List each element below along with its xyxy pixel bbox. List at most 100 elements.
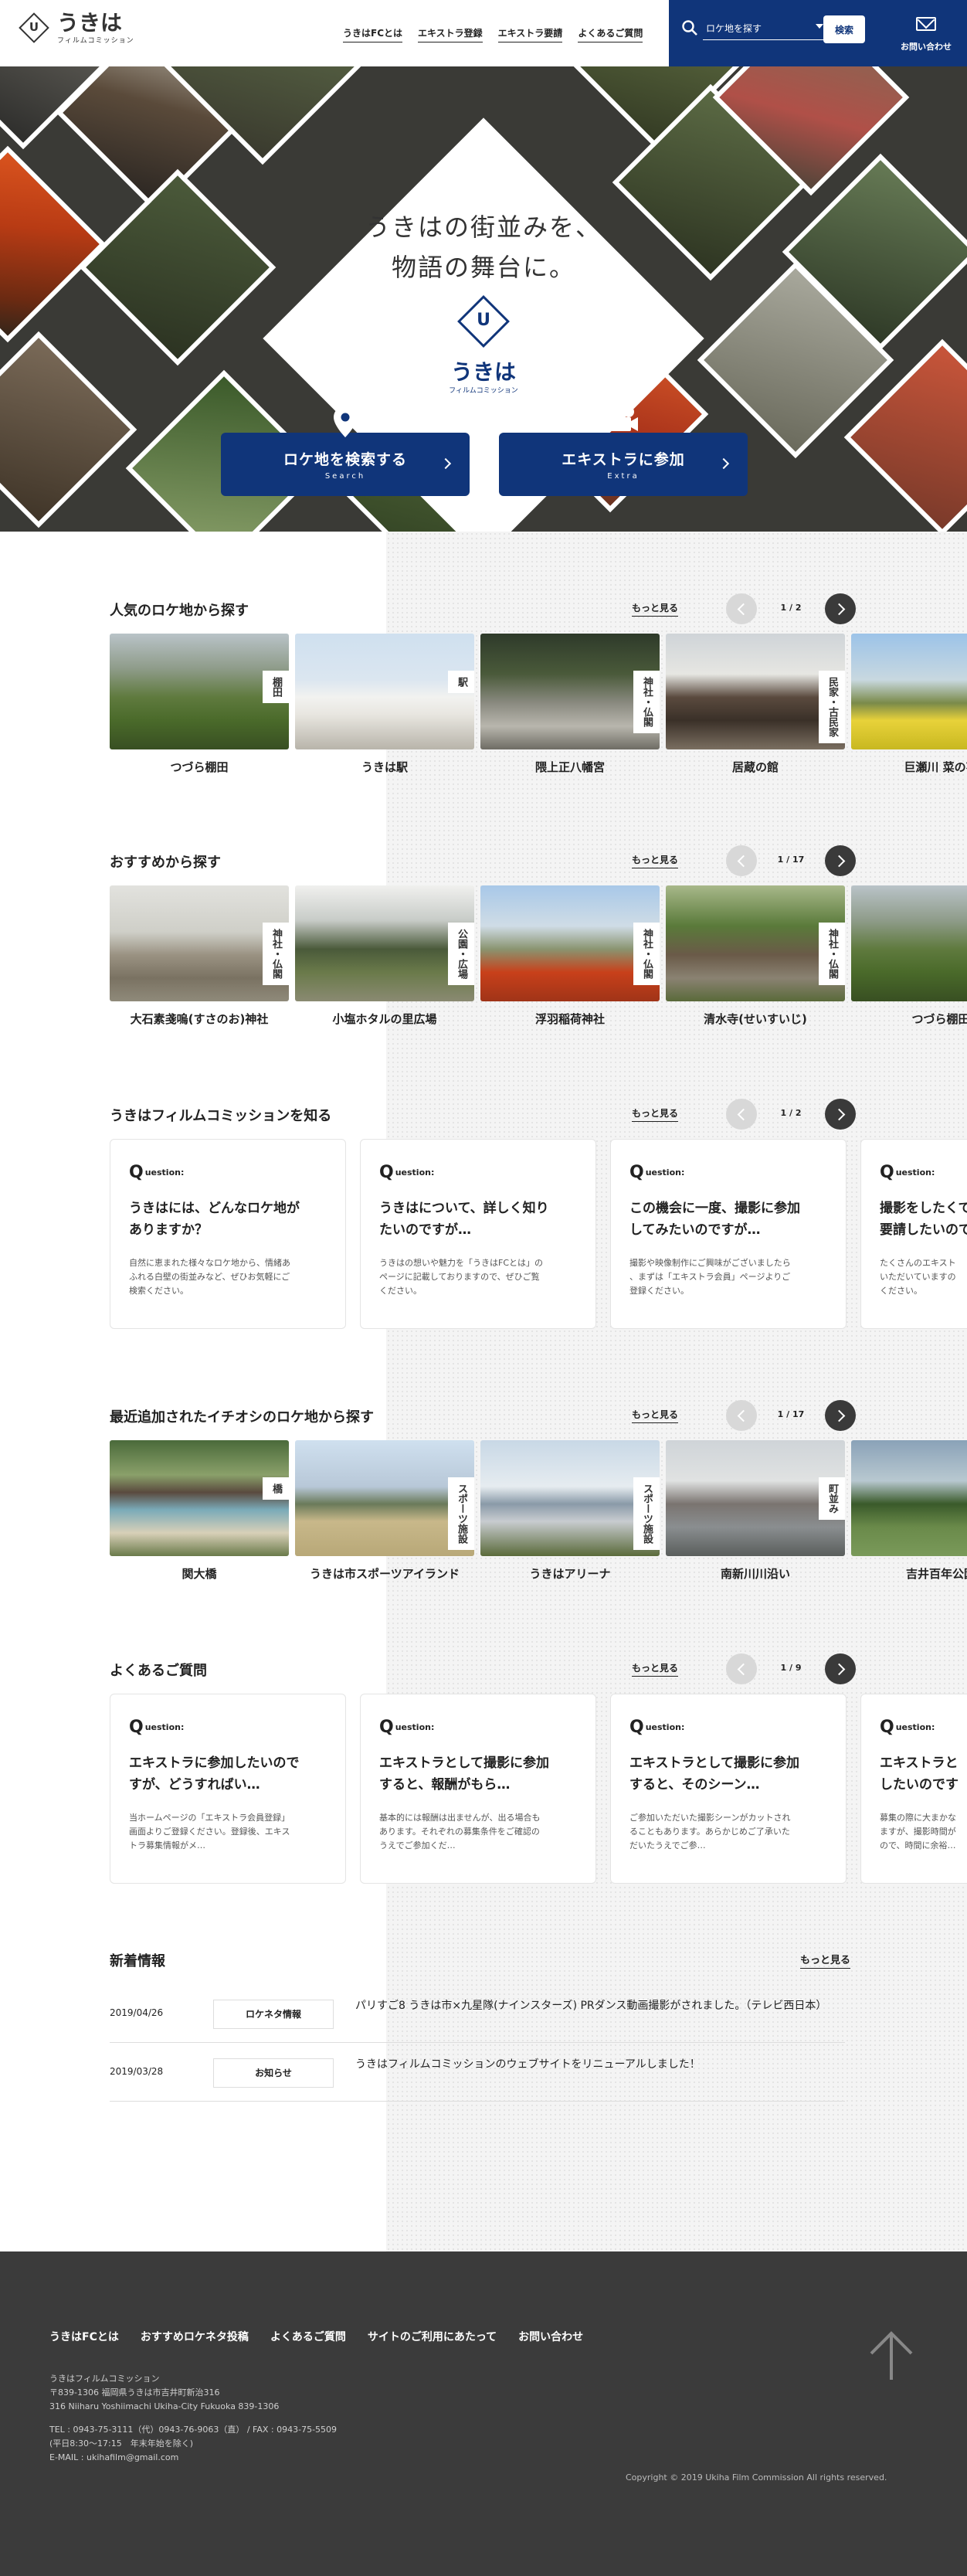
location-carousel: 棚田つづら棚田駅うきは駅神社・仏閣隈上正八幡宮民家・古民家居蔵の館巨瀬川 菜の花	[110, 634, 967, 780]
question-card[interactable]: Question: うきはには、どんなロケ地が ありますか？ 自然に恵まれた様々なロケ…	[110, 1139, 346, 1329]
location-photo: 公園・広場	[295, 885, 474, 1001]
nav-extra-request[interactable]: エキストラ要請	[497, 26, 563, 42]
footer-nav-faq[interactable]: よくあるご質問	[270, 2329, 346, 2344]
nav-extra-register[interactable]: エキストラ登録	[418, 26, 483, 42]
question-answer-line: ふれる白壁の街並みなど、ぜひお気軽にご	[129, 1272, 290, 1282]
question-answer-line: うきはの想いや魅力を「うきはFCとは」の	[379, 1258, 544, 1268]
location-card[interactable]: 神社・仏閣 浮羽稲荷神社	[480, 885, 660, 1027]
location-card[interactable]: 神社・仏閣 隈上正八幡宮	[480, 634, 660, 775]
question-answer-line: 画面よりご登録ください。登録後、エキス	[129, 1827, 290, 1837]
nav-faq[interactable]: よくあるご質問	[578, 26, 643, 42]
question-label: uestion:	[645, 1167, 685, 1178]
more-link[interactable]: もっと見る	[632, 1408, 679, 1423]
question-answer-line: あります。それぞれの募集条件をご確認の	[379, 1827, 540, 1837]
more-link[interactable]: もっと見る	[632, 1106, 679, 1122]
category-tag: 神社・仏閣	[819, 923, 845, 985]
question-answer-line: 自然に恵まれた様々なロケ地から、情緒あ	[129, 1258, 290, 1268]
q-mark-icon: Q	[129, 1163, 144, 1182]
back-to-top-arrow-icon[interactable]	[867, 2329, 916, 2383]
question-answer-line: ページに記載しておりますので、ぜひご覧	[379, 1272, 540, 1282]
search-button[interactable]: 検索	[823, 15, 865, 43]
footer-nav-about[interactable]: うきはFCとは	[49, 2329, 119, 2344]
prev-arrow-icon[interactable]	[726, 593, 757, 624]
question-card[interactable]: Question: エキストラと したいのです 募集の際に大まかな ますが、撮影時間がの…	[860, 1694, 967, 1884]
site-logo[interactable]: U うきは フィルムコミッション	[17, 11, 134, 45]
location-card[interactable]: 棚田 つづら棚田	[110, 634, 289, 775]
location-carousel: 神社・仏閣 大石素戔嗚(すさのお)神社 公園・広場 小塩ホタルの里広場 神社・仏閣 浮羽稲…	[110, 885, 967, 1032]
footer-nav-post[interactable]: おすすめロケネタ投稿	[141, 2329, 249, 2344]
contact-button[interactable]: お問い合わせ	[885, 0, 967, 66]
category-tag: 神社・仏閣	[633, 671, 660, 733]
location-card[interactable]: 駅うきは駅	[295, 634, 474, 775]
news-title[interactable]: パリすご8 うきは市×九星隊(ナインスターズ) PRダンス動画撮影がされました。…	[355, 1998, 845, 2014]
location-photo	[851, 1440, 967, 1556]
more-link[interactable]: もっと見る	[632, 853, 679, 868]
prev-arrow-icon[interactable]	[726, 1400, 757, 1431]
section-title: おすすめから探す	[110, 855, 221, 871]
prev-arrow-icon[interactable]	[726, 845, 757, 876]
extra-join-button[interactable]: エキストラに参加 Extra	[499, 406, 748, 496]
next-arrow-icon[interactable]	[825, 593, 856, 624]
question-title-line: 撮影をしたくて	[880, 1201, 967, 1216]
prev-arrow-icon[interactable]	[726, 1653, 757, 1684]
carousel-pager: 1 / 17	[726, 1400, 857, 1431]
news-item[interactable]: 2019/04/26 ロケネタ情報 パリすご8 うきは市×九星隊(ナインスターズ…	[110, 1984, 845, 2043]
next-arrow-icon[interactable]	[825, 1400, 856, 1431]
question-answer-line: 基本的には報酬は出ませんが、出る場合も	[379, 1813, 541, 1823]
question-answer-line: 登録ください。	[629, 1286, 689, 1296]
question-header: Question:	[379, 1718, 577, 1737]
footer-nav: うきはFCとは おすすめロケネタ投稿 よくあるご質問 サイトのご利用にあたって …	[49, 2329, 583, 2344]
category-tag: 駅	[448, 671, 474, 693]
question-card[interactable]: Question: エキストラとして撮影に参加 すると、報酬がもら… 基本的には報酬は…	[360, 1694, 596, 1884]
question-card[interactable]: Question: この機会に一度、撮影に参加 してみたいのですが… 撮影や映像制作に…	[610, 1139, 847, 1329]
location-name: 関大橋	[182, 1567, 217, 1581]
question-card[interactable]: Question: うきはについて、詳しく知り たいのですが… うきはの想いや魅力を「…	[360, 1139, 596, 1329]
location-card[interactable]: 巨瀬川 菜の花	[851, 634, 967, 775]
question-title-line: してみたいのですが…	[629, 1222, 761, 1238]
location-card[interactable]: 町並み 南新川川沿い	[666, 1440, 845, 1582]
q-mark-icon: Q	[379, 1718, 394, 1737]
location-search-button[interactable]: ロケ地を検索する Search	[221, 406, 470, 496]
search-category-select[interactable]: ロケ地を探す	[703, 17, 826, 40]
location-card[interactable]: 吉井百年公園	[851, 1440, 967, 1582]
location-card[interactable]: 公園・広場 小塩ホタルの里広場	[295, 885, 474, 1027]
carousel-pager: 1 / 9	[726, 1653, 857, 1684]
location-card[interactable]: 橋関大橋	[110, 1440, 289, 1582]
news-date: 2019/03/28	[110, 2066, 164, 2077]
section-title: 人気のロケ地から探す	[110, 603, 249, 619]
location-card[interactable]: 民家・古民家 居蔵の館	[666, 634, 845, 775]
next-arrow-icon[interactable]	[825, 1653, 856, 1684]
next-arrow-icon[interactable]	[825, 845, 856, 876]
location-name: つづら棚田	[911, 1012, 967, 1026]
footer-nav-contact[interactable]: お問い合わせ	[518, 2329, 583, 2344]
question-title-line: うきはには、どんなロケ地が	[129, 1201, 300, 1216]
location-card[interactable]: 神社・仏閣清水寺(せいすいじ)	[666, 885, 845, 1027]
location-card[interactable]: つづら棚田	[851, 885, 967, 1027]
location-name: 浮羽稲荷神社	[534, 1012, 605, 1026]
footer-nav-terms[interactable]: サイトのご利用にあたって	[368, 2329, 497, 2344]
more-link[interactable]: もっと見る	[800, 1952, 851, 1969]
news-title[interactable]: うきはフィルムコミッションのウェブサイトをリニューアルしました！	[355, 2057, 845, 2072]
question-answer-line: 検索ください。	[129, 1286, 188, 1296]
more-link[interactable]: もっと見る	[632, 1661, 679, 1677]
location-name: 清水寺(せいすいじ)	[704, 1012, 807, 1026]
location-card[interactable]: スポーツ施設 うきはアリーナ	[480, 1440, 660, 1582]
location-photo: 橋	[110, 1440, 289, 1556]
more-link[interactable]: もっと見る	[632, 601, 679, 617]
q-mark-icon: Q	[880, 1163, 894, 1182]
question-card[interactable]: Question: エキストラとして撮影に参加 すると、そのシーン… ご参加いただいた…	[610, 1694, 847, 1884]
question-title-line: うきはについて、詳しく知り	[379, 1201, 549, 1216]
carousel-pager: 1 / 17	[726, 845, 857, 876]
news-item[interactable]: 2019/03/28 お知らせ うきはフィルムコミッションのウェブサイトをリニュ…	[110, 2043, 845, 2102]
location-card[interactable]: スポーツ施設 うきは市スポーツアイランド	[295, 1440, 474, 1582]
question-card[interactable]: Question: エキストラに参加したいので すが、どうすればい… 当ホームページの…	[110, 1694, 346, 1884]
question-card[interactable]: Question: 撮影をしたくて 要請したいので たくさんのエキスト いただいています…	[860, 1139, 967, 1329]
location-card[interactable]: 神社・仏閣 大石素戔嗚(すさのお)神社	[110, 885, 289, 1027]
nav-about[interactable]: うきはFCとは	[343, 26, 403, 42]
next-arrow-icon[interactable]	[825, 1099, 856, 1130]
section-title: 最近追加されたイチオシのロケ地から探す	[110, 1409, 374, 1426]
location-photo	[851, 634, 967, 749]
prev-arrow-icon[interactable]	[726, 1099, 757, 1130]
question-label: uestion:	[144, 1167, 185, 1178]
location-name: 巨瀬川 菜の花	[904, 760, 967, 774]
